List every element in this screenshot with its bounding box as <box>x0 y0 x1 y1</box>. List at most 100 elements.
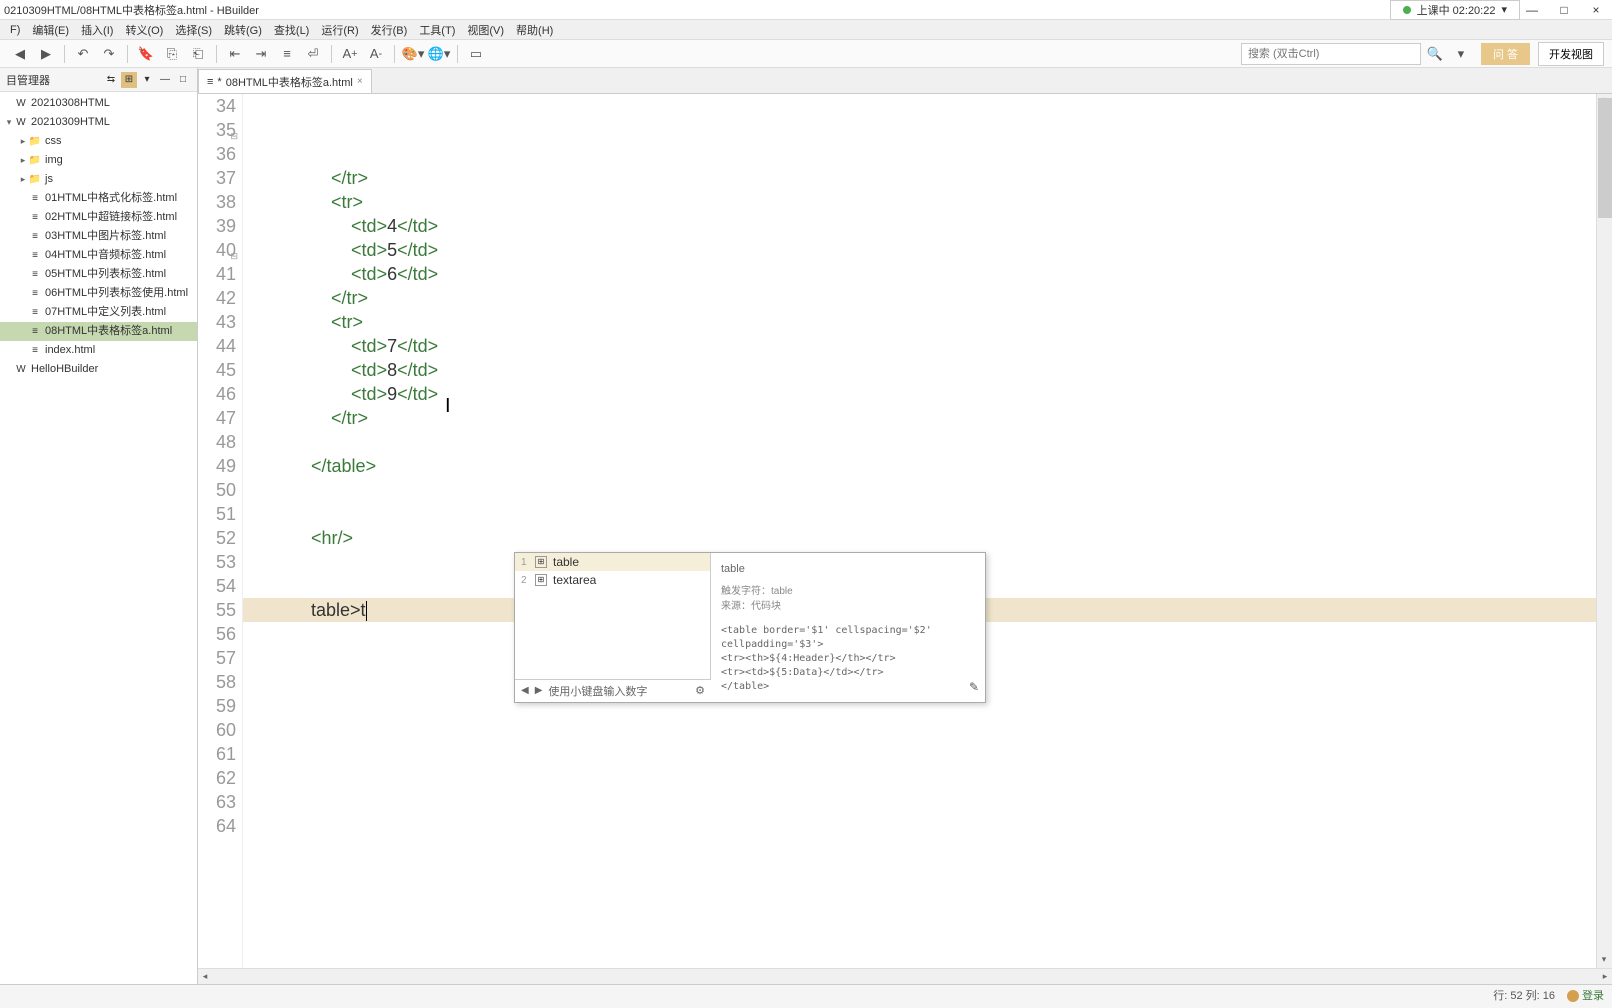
tree-item[interactable]: ≡01HTML中格式化标签.html <box>0 189 197 208</box>
format-button[interactable]: ≡ <box>275 43 299 65</box>
menu-goto[interactable]: 跳转(G) <box>218 22 268 38</box>
font-increase-button[interactable]: A+ <box>338 43 362 65</box>
close-button[interactable]: × <box>1584 3 1608 17</box>
tree-item[interactable]: ≡07HTML中定义列表.html <box>0 303 197 322</box>
browser-button[interactable]: 🌐▾ <box>427 43 451 65</box>
indent-left-button[interactable]: ⇤ <box>223 43 247 65</box>
sidebar-max-icon[interactable]: □ <box>175 72 191 88</box>
code-line[interactable] <box>243 862 1596 886</box>
palette-button[interactable]: 🎨▾ <box>401 43 425 65</box>
scroll-thumb[interactable] <box>1598 98 1612 218</box>
menu-file[interactable]: F) <box>4 24 26 36</box>
horizontal-scrollbar[interactable]: ◂ ▸ <box>198 968 1612 984</box>
menu-insert[interactable]: 插入(I) <box>75 22 119 38</box>
maximize-button[interactable]: □ <box>1552 3 1576 17</box>
tree-item[interactable]: ≡05HTML中列表标签.html <box>0 265 197 284</box>
code-line[interactable] <box>243 766 1596 790</box>
tab-close-icon[interactable]: × <box>357 76 363 87</box>
menu-tools[interactable]: 工具(T) <box>413 22 461 38</box>
code-line[interactable] <box>243 478 1596 502</box>
search-dropdown-icon[interactable]: ▾ <box>1449 43 1473 65</box>
code-line[interactable]: <td>6</td> <box>243 262 1596 286</box>
expand-icon[interactable]: ▸ <box>18 171 28 188</box>
code-line[interactable] <box>243 886 1596 910</box>
preview-button[interactable]: ▭ <box>464 43 488 65</box>
hscroll-track[interactable] <box>212 970 1598 984</box>
new-file-button[interactable]: ⎘ <box>160 43 184 65</box>
code-line[interactable]: </tr> <box>243 286 1596 310</box>
open-button[interactable]: ⎗ <box>186 43 210 65</box>
tree-item[interactable]: ≡08HTML中表格标签a.html <box>0 322 197 341</box>
code-line[interactable]: <td>5</td> <box>243 238 1596 262</box>
vertical-scrollbar[interactable]: ▴ ▾ <box>1596 94 1612 968</box>
redo-button[interactable]: ↷ <box>97 43 121 65</box>
menu-escape[interactable]: 转义(O) <box>119 22 169 38</box>
login-link[interactable]: 登录 <box>1567 987 1604 1003</box>
autocomplete-item[interactable]: 1⊞table <box>515 553 710 571</box>
tree-item[interactable]: ≡index.html <box>0 341 197 360</box>
tree-item[interactable]: ≡02HTML中超链接标签.html <box>0 208 197 227</box>
menu-run[interactable]: 运行(R) <box>315 22 364 38</box>
scroll-right-icon[interactable]: ▸ <box>1598 971 1612 982</box>
code-line[interactable] <box>243 430 1596 454</box>
tree-item[interactable]: WHelloHBuilder <box>0 360 197 379</box>
wrap-button[interactable]: ⏎ <box>301 43 325 65</box>
tree-item[interactable]: ≡06HTML中列表标签使用.html <box>0 284 197 303</box>
tree-item[interactable]: W20210308HTML <box>0 94 197 113</box>
menu-edit[interactable]: 编辑(E) <box>26 22 75 38</box>
expand-icon[interactable]: ▸ <box>18 133 28 150</box>
tree-item[interactable]: ≡03HTML中图片标签.html <box>0 227 197 246</box>
undo-button[interactable]: ↶ <box>71 43 95 65</box>
scroll-down-icon[interactable]: ▾ <box>1597 954 1611 968</box>
code-line[interactable] <box>243 742 1596 766</box>
autocomplete-settings-icon[interactable]: ⚙ <box>695 684 705 697</box>
qa-button[interactable]: 问 答 <box>1481 43 1530 65</box>
minimize-button[interactable]: — <box>1520 3 1544 17</box>
search-input[interactable] <box>1241 43 1421 65</box>
forward-button[interactable]: ▶ <box>34 43 58 65</box>
tree-item[interactable]: ▾W20210309HTML <box>0 113 197 132</box>
code-line[interactable] <box>243 790 1596 814</box>
search-icon[interactable]: 🔍 <box>1423 43 1447 65</box>
sidebar-toggle-icon[interactable]: ⊞ <box>121 72 137 88</box>
tree-item[interactable]: ▸📁css <box>0 132 197 151</box>
bookmark-icon[interactable]: 🔖 <box>134 43 158 65</box>
font-decrease-button[interactable]: A- <box>364 43 388 65</box>
editor[interactable]: 3435⊟3637383940⊟414243444546474849505152… <box>198 94 1612 968</box>
code-line[interactable]: </table> <box>243 454 1596 478</box>
code-line[interactable]: <hr/> <box>243 526 1596 550</box>
code-line[interactable]: <tr> <box>243 310 1596 334</box>
expand-icon[interactable]: ▸ <box>18 152 28 169</box>
status-chevron-icon[interactable]: ▾ <box>1501 3 1507 16</box>
autocomplete-next-icon[interactable]: ▶ <box>535 685 543 696</box>
code-line[interactable] <box>243 502 1596 526</box>
code-line[interactable]: <tr> <box>243 190 1596 214</box>
sidebar-min-icon[interactable]: — <box>157 72 173 88</box>
scroll-left-icon[interactable]: ◂ <box>198 971 212 982</box>
menu-select[interactable]: 选择(S) <box>169 22 218 38</box>
sidebar-menu-icon[interactable]: ▾ <box>139 72 155 88</box>
editor-tab[interactable]: ≡ *08HTML中表格标签a.html × <box>198 69 372 93</box>
ac-edit-icon[interactable]: ✎ <box>969 678 979 696</box>
tree-item[interactable]: ≡04HTML中音频标签.html <box>0 246 197 265</box>
devview-button[interactable]: 开发视图 <box>1538 42 1604 66</box>
menu-help[interactable]: 帮助(H) <box>510 22 559 38</box>
code-area[interactable]: I </tr> <tr> <td>4</td> <td>5</td> <td>6… <box>243 94 1596 968</box>
code-line[interactable] <box>243 838 1596 862</box>
menu-view[interactable]: 视图(V) <box>461 22 510 38</box>
code-line[interactable]: <td>4</td> <box>243 214 1596 238</box>
code-line[interactable] <box>243 718 1596 742</box>
indent-right-button[interactable]: ⇥ <box>249 43 273 65</box>
menu-find[interactable]: 查找(L) <box>268 22 315 38</box>
code-line[interactable]: <td>8</td> <box>243 358 1596 382</box>
autocomplete-item[interactable]: 2⊞textarea <box>515 571 710 589</box>
menu-publish[interactable]: 发行(B) <box>365 22 414 38</box>
code-line[interactable] <box>243 814 1596 838</box>
expand-icon[interactable]: ▾ <box>4 114 14 131</box>
tree-item[interactable]: ▸📁img <box>0 151 197 170</box>
back-button[interactable]: ◀ <box>8 43 32 65</box>
sidebar-link-icon[interactable]: ⇆ <box>103 72 119 88</box>
code-line[interactable]: <td>7</td> <box>243 334 1596 358</box>
code-line[interactable]: </tr> <box>243 166 1596 190</box>
autocomplete-prev-icon[interactable]: ◀ <box>521 685 529 696</box>
